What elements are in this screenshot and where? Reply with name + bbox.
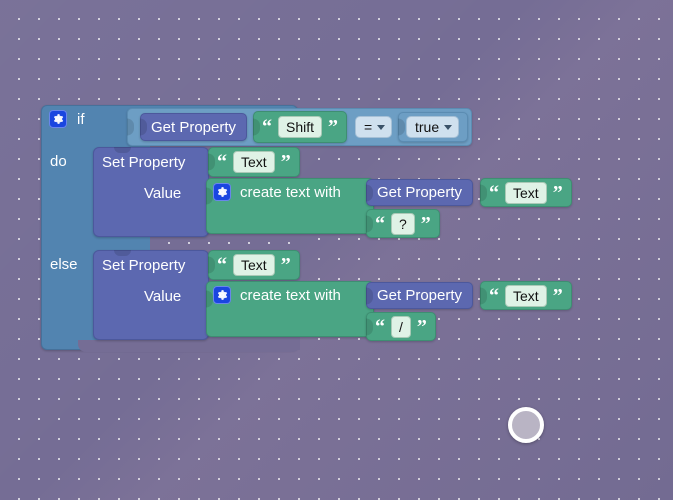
text-block-socket-notch [480, 184, 487, 201]
text-block-socket-notch [253, 118, 260, 136]
close-quote-icon: ” [552, 181, 563, 204]
text-block-do-property[interactable]: “ Text ” [208, 147, 300, 177]
getter-socket-notch [140, 118, 147, 136]
chevron-down-icon [377, 124, 386, 130]
gear-icon[interactable] [49, 110, 67, 128]
if-label: if [77, 110, 85, 128]
close-quote-icon: ” [328, 116, 339, 138]
text-field-shift[interactable]: Shift [278, 116, 323, 138]
do-label: do [50, 153, 67, 170]
gear-icon[interactable] [213, 183, 231, 201]
text-block-socket-notch [208, 256, 215, 274]
blocks-editor-canvas[interactable]: if Get Property “ Shift ” = true do Set … [0, 0, 673, 500]
get-property-block-else[interactable]: Get Property [366, 282, 474, 309]
set-property-label-else: Set Property [102, 257, 186, 274]
gear-icon[interactable] [213, 286, 231, 304]
text-field-do-item2[interactable]: ? [391, 212, 415, 235]
text-field-else-item2[interactable]: / [391, 315, 411, 338]
text-block-socket-notch [480, 287, 487, 304]
operator-dropdown[interactable]: = [355, 116, 393, 138]
set-property-top-notch [114, 250, 131, 256]
text-block-socket-notch [366, 215, 373, 232]
text-block-else-item1[interactable]: “ Text ” [480, 281, 572, 310]
open-quote-icon: “ [262, 116, 272, 138]
else-label: else [50, 256, 78, 273]
value-label-do: Value [144, 185, 182, 202]
open-quote-icon: “ [375, 315, 385, 338]
text-block-else-item2[interactable]: “ / ” [366, 312, 436, 341]
get-property-label: Get Property [151, 118, 237, 136]
text-block-do-item1[interactable]: “ Text ” [480, 178, 572, 207]
getter-socket-notch [366, 184, 373, 201]
get-property-block-condition[interactable]: Get Property [140, 113, 248, 141]
set-property-label-do: Set Property [102, 154, 186, 171]
close-quote-icon: ” [280, 151, 291, 173]
text-block-shift[interactable]: “ Shift ” [253, 111, 348, 143]
open-quote-icon: “ [217, 254, 227, 276]
getter-socket-notch [366, 287, 373, 304]
text-field-else-property[interactable]: Text [233, 254, 275, 276]
get-property-label-else: Get Property [377, 287, 463, 304]
touch-pointer-indicator [508, 407, 544, 443]
boolean-socket-notch [398, 118, 405, 136]
text-field-do-item1[interactable]: Text [505, 181, 547, 204]
create-text-label-do: create text with [240, 184, 341, 201]
create-text-label-else: create text with [240, 287, 341, 304]
get-property-block-do[interactable]: Get Property [366, 179, 474, 206]
if-block-cutout-bottom [78, 340, 300, 352]
open-quote-icon: “ [489, 181, 499, 204]
boolean-value: true [415, 119, 440, 135]
text-block-else-property[interactable]: “ Text ” [208, 250, 300, 280]
chevron-down-icon [444, 124, 453, 130]
close-quote-icon: ” [552, 284, 563, 307]
create-text-socket-notch [206, 290, 213, 308]
close-quote-icon: ” [420, 212, 431, 235]
text-block-socket-notch [366, 318, 373, 335]
boolean-dropdown[interactable]: true [406, 116, 460, 138]
text-field-else-item1[interactable]: Text [505, 284, 547, 307]
get-property-label-do: Get Property [377, 184, 463, 201]
close-quote-icon: ” [280, 254, 291, 276]
text-block-socket-notch [208, 153, 215, 171]
close-quote-icon: ” [416, 315, 427, 338]
value-label-else: Value [144, 288, 182, 305]
comparison-socket-notch [127, 118, 134, 136]
operator-value: = [364, 119, 373, 135]
open-quote-icon: “ [489, 284, 499, 307]
open-quote-icon: “ [217, 151, 227, 173]
create-text-socket-notch [206, 187, 213, 205]
set-property-top-notch [114, 147, 131, 153]
text-block-do-item2[interactable]: “ ? ” [366, 209, 440, 238]
text-field-do-property[interactable]: Text [233, 151, 275, 173]
open-quote-icon: “ [375, 212, 385, 235]
if-header-row: if [49, 110, 85, 128]
